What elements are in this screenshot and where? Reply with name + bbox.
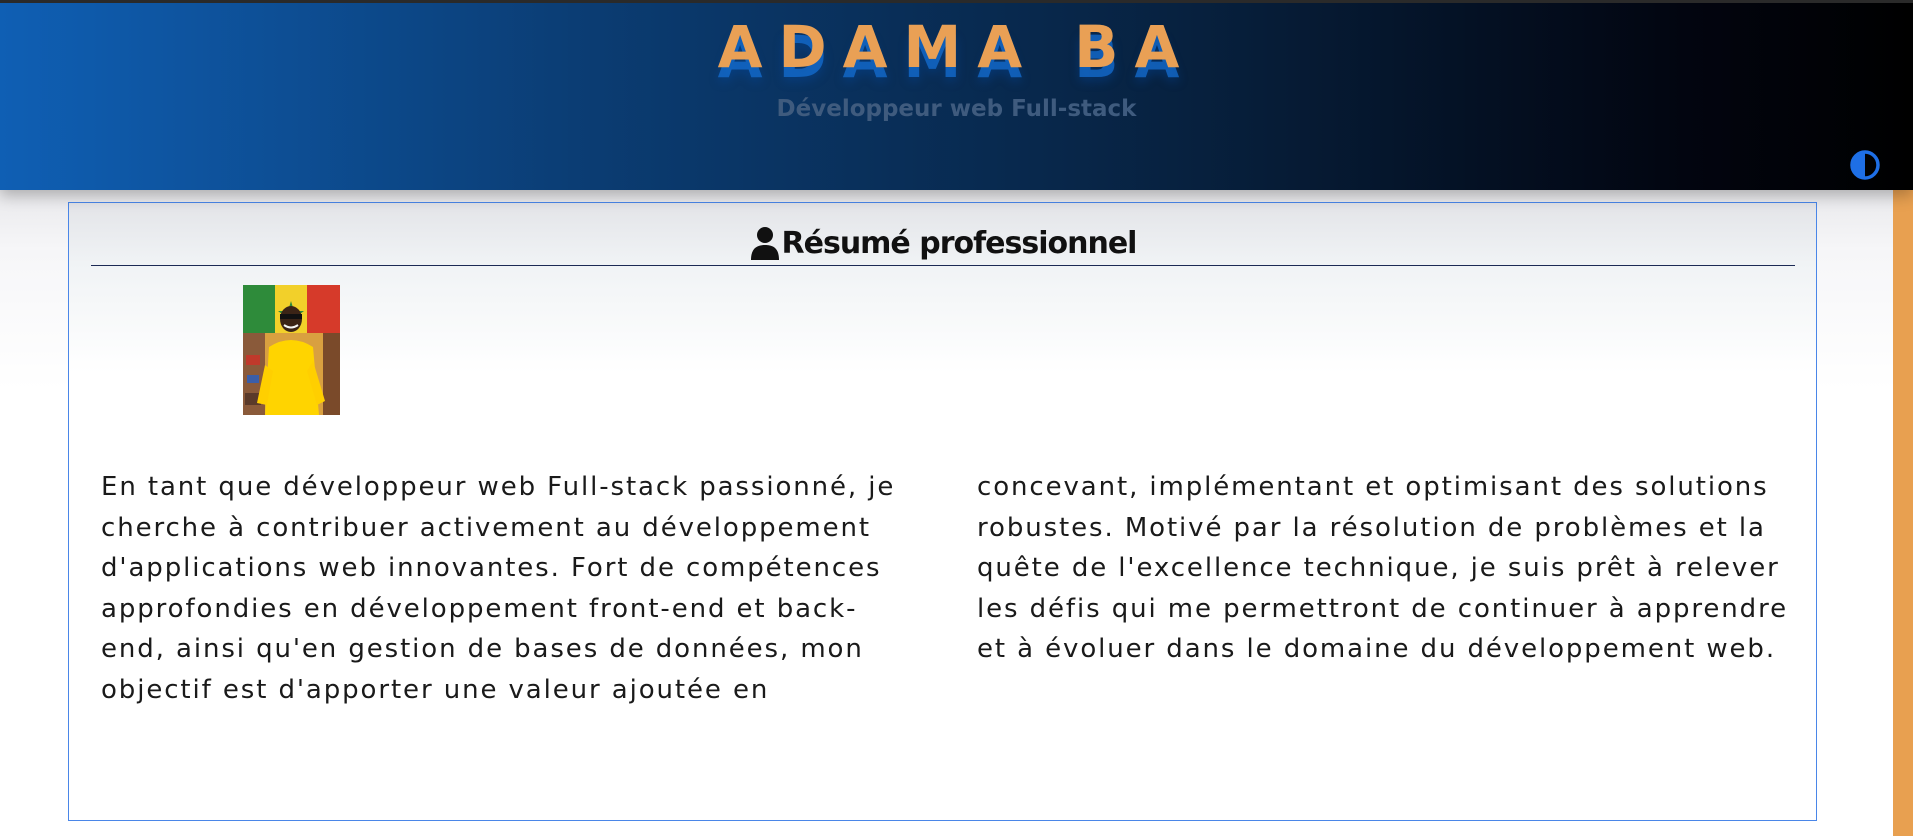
summary-paragraph: En tant que développeur web Full-stack p… [101, 472, 1789, 705]
profile-photo [243, 285, 340, 415]
summary-card: Résumé professionnel En tant que dévelop… [68, 202, 1817, 821]
contrast-half-circle-icon [1850, 150, 1880, 180]
site-subtitle: Développeur web Full-stack [776, 96, 1137, 122]
site-header: ADAMA BA Développeur web Full-stack [0, 0, 1913, 190]
section-header: Résumé professionnel [91, 223, 1795, 266]
site-name: ADAMA BA [717, 13, 1196, 81]
scrollbar-track[interactable] [1893, 175, 1913, 836]
theme-toggle-button[interactable] [1849, 149, 1881, 181]
user-icon [750, 227, 779, 260]
section-title: Résumé professionnel [781, 225, 1138, 261]
portfolio-page: ADAMA BA Développeur web Full-stack Résu… [0, 0, 1913, 836]
